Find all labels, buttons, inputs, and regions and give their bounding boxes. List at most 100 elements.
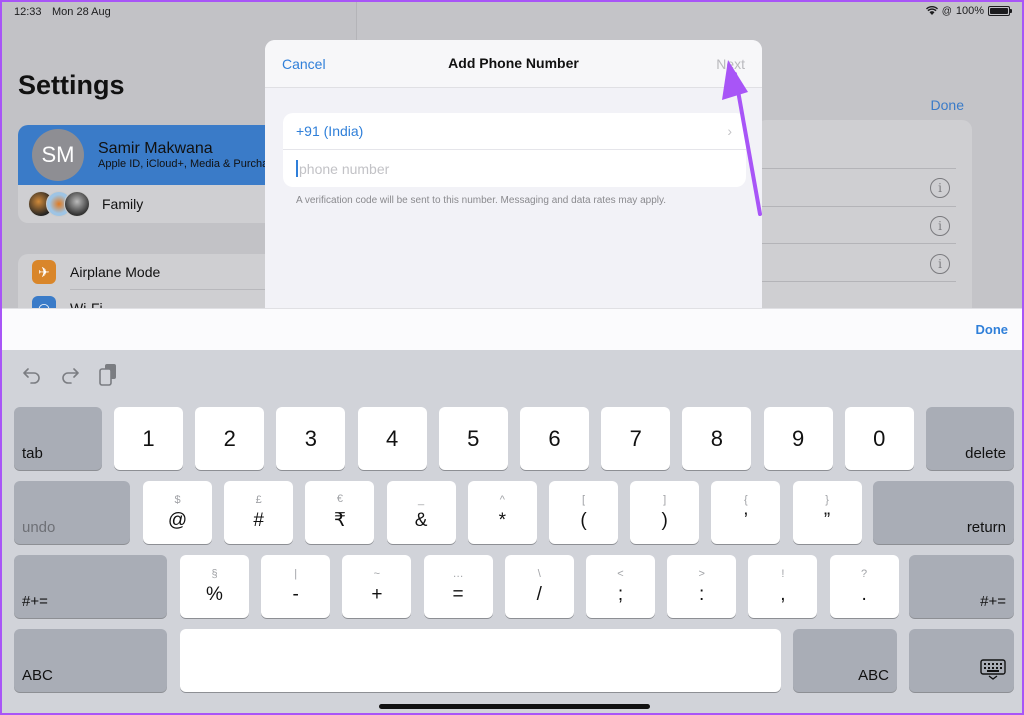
dismiss-keyboard-key[interactable] bbox=[909, 629, 1014, 692]
symbol-key[interactable]: ^ * bbox=[467, 481, 537, 544]
more-symbols-key-left[interactable]: #+= bbox=[14, 555, 167, 618]
divider bbox=[756, 243, 956, 244]
page-title: Settings bbox=[18, 70, 125, 100]
battery-icon bbox=[988, 6, 1012, 16]
country-code: +91 (India) bbox=[296, 123, 364, 139]
tab-key[interactable]: tab bbox=[14, 407, 102, 470]
info-icon[interactable]: i bbox=[930, 178, 950, 198]
home-indicator[interactable] bbox=[379, 704, 650, 709]
key-secondary-label: > bbox=[698, 567, 705, 580]
phone-form: +91 (India) › bbox=[283, 113, 746, 187]
symbol-key[interactable]: ]) bbox=[630, 481, 700, 544]
return-key[interactable]: return bbox=[873, 481, 1014, 544]
add-phone-number-sheet: Cancel Add Phone Number Next +91 (India)… bbox=[265, 40, 762, 312]
accessory-done-button[interactable]: Done bbox=[976, 322, 1009, 337]
symbol-key[interactable]: _ & bbox=[386, 481, 456, 544]
done-button[interactable]: Done bbox=[931, 97, 964, 113]
delete-key[interactable]: delete bbox=[926, 407, 1014, 470]
key-primary-label: - bbox=[292, 583, 299, 605]
orientation-lock-icon: @ bbox=[941, 5, 952, 17]
key-secondary-label: < bbox=[617, 567, 624, 580]
divider bbox=[756, 206, 956, 207]
symbol-key[interactable]: | - bbox=[261, 555, 331, 618]
key-primary-label: & bbox=[414, 509, 428, 531]
airplane-icon: ✈ bbox=[32, 260, 56, 284]
key-label: tab bbox=[22, 445, 43, 462]
key-primary-label: . bbox=[861, 583, 867, 605]
key-label: undo bbox=[22, 519, 56, 536]
symbol-key[interactable]: <; bbox=[586, 555, 655, 618]
key-2[interactable]: 2 bbox=[195, 407, 265, 470]
symbol-key[interactable]: {’ bbox=[711, 481, 781, 544]
key-5[interactable]: 5 bbox=[438, 407, 508, 470]
key-label: ABC bbox=[22, 667, 53, 684]
symbol-key[interactable]: }” bbox=[792, 481, 862, 544]
symbol-key[interactable]: € ₹ bbox=[305, 481, 375, 544]
symbol-key[interactable]: ?. bbox=[829, 555, 899, 618]
space-bar[interactable] bbox=[180, 629, 781, 692]
key-secondary-label: [ bbox=[581, 493, 586, 506]
sheet-title: Add Phone Number bbox=[448, 55, 579, 71]
profile-row[interactable]: SM Samir Makwana Apple ID, iCloud+, Medi… bbox=[18, 125, 288, 185]
key-1[interactable]: 1 bbox=[114, 407, 183, 470]
key-primary-label: ” bbox=[823, 509, 831, 531]
info-icon[interactable]: i bbox=[930, 216, 950, 236]
key-secondary-label: ] bbox=[663, 493, 667, 506]
info-icon[interactable]: i bbox=[930, 254, 950, 274]
key-0[interactable]: 0 bbox=[844, 407, 914, 470]
key-label: ABC bbox=[858, 667, 889, 684]
key-label: #+= bbox=[22, 593, 48, 610]
key-4[interactable]: 4 bbox=[357, 407, 427, 470]
key-secondary-label: ? bbox=[861, 567, 868, 580]
next-button[interactable]: Next bbox=[716, 56, 745, 72]
symbol-key[interactable]: §% bbox=[180, 555, 249, 618]
key-primary-label: 9 bbox=[791, 425, 805, 451]
redo-icon[interactable] bbox=[58, 362, 82, 388]
family-row[interactable]: Family bbox=[18, 185, 288, 223]
divider bbox=[756, 281, 956, 282]
key-6[interactable]: 6 bbox=[520, 407, 589, 470]
sidebar-item-label: Airplane Mode bbox=[70, 264, 161, 280]
status-date: Mon 28 Aug bbox=[52, 6, 111, 18]
key-secondary-label: … bbox=[452, 567, 464, 580]
key-9[interactable]: 9 bbox=[763, 407, 833, 470]
symbol-key[interactable]: !, bbox=[748, 555, 818, 618]
wifi-status-icon bbox=[925, 6, 938, 15]
key-3[interactable]: 3 bbox=[276, 407, 346, 470]
profile-card: SM Samir Makwana Apple ID, iCloud+, Medi… bbox=[18, 125, 288, 223]
key-primary-label: 7 bbox=[629, 425, 642, 451]
abc-key-right[interactable]: ABC bbox=[793, 629, 897, 692]
key-7[interactable]: 7 bbox=[601, 407, 671, 470]
symbol-key[interactable]: >: bbox=[667, 555, 737, 618]
key-label: #+= bbox=[980, 593, 1006, 610]
abc-key-left[interactable]: ABC bbox=[14, 629, 167, 692]
symbol-key[interactable]: [( bbox=[549, 481, 618, 544]
symbol-key[interactable]: … = bbox=[423, 555, 493, 618]
phone-number-input[interactable] bbox=[299, 160, 699, 177]
undo-icon[interactable] bbox=[20, 362, 44, 388]
key-secondary-label: ! bbox=[781, 567, 785, 580]
symbol-key[interactable]: ~ + bbox=[342, 555, 412, 618]
paste-icon[interactable] bbox=[96, 362, 120, 388]
undo-key[interactable]: undo bbox=[14, 481, 130, 544]
symbol-key[interactable]: \ / bbox=[504, 555, 574, 618]
battery-percent: 100% bbox=[955, 5, 984, 17]
key-primary-label: ; bbox=[617, 583, 624, 605]
key-primary-label: 1 bbox=[142, 425, 155, 451]
ipad-screen: Settings SM Samir Makwana Apple ID, iClo… bbox=[2, 2, 1022, 713]
chevron-right-icon: › bbox=[727, 123, 732, 139]
profile-name: Samir Makwana bbox=[98, 140, 213, 157]
keyboard-accessory-bar: Done bbox=[2, 308, 1022, 350]
country-selector[interactable]: +91 (India) › bbox=[283, 113, 746, 150]
key-secondary-label: { bbox=[744, 493, 748, 506]
sidebar-item-airplane-mode[interactable]: ✈ Airplane Mode bbox=[18, 254, 288, 290]
detail-card: i i i bbox=[756, 120, 972, 320]
key-label: return bbox=[966, 519, 1006, 536]
key-8[interactable]: 8 bbox=[682, 407, 752, 470]
symbol-key[interactable]: $ @ bbox=[143, 481, 212, 544]
symbol-key[interactable]: £ # bbox=[224, 481, 294, 544]
text-cursor bbox=[296, 160, 298, 177]
family-avatar bbox=[64, 191, 90, 217]
key-primary-label: 3 bbox=[304, 425, 318, 451]
more-symbols-key-right[interactable]: #+= bbox=[909, 555, 1014, 618]
